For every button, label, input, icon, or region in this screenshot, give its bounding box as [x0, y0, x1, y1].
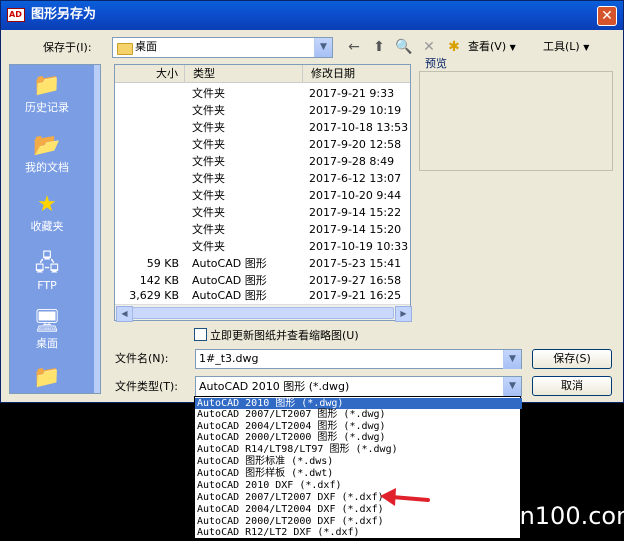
watermark-text: ylmfwin100.com — [441, 502, 624, 530]
annotation-arrow-icon — [380, 488, 430, 506]
